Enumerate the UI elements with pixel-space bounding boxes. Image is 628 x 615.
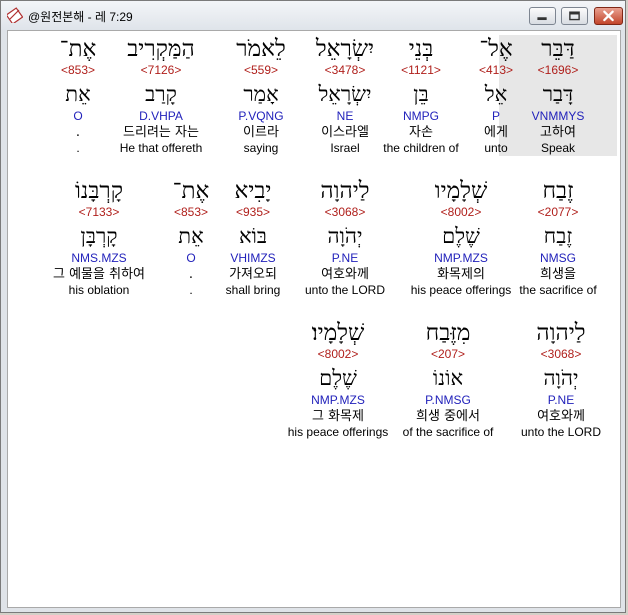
word-cell[interactable]: שְׁלָמָיו׃ <8002> שֶׁלֶם NMP.MZS 그 화목제 his pe…: [279, 319, 397, 440]
morphology-code[interactable]: P.NE: [502, 393, 620, 408]
lemma-word: שֶׁלֶם: [319, 366, 357, 390]
hebrew-word: לַיהוָה: [536, 320, 586, 346]
lemma-word: שֶׁלֶם: [442, 224, 480, 248]
word-cell[interactable]: מִזֶּבַח <207> אוֹנוֹ P.NMSG 희생 중에서 of the sa…: [389, 319, 507, 440]
title-bar[interactable]: @원전본해 - 레 7:29: [1, 1, 625, 30]
window-title: @원전본해 - 레 7:29: [28, 10, 133, 24]
lemma-word: יְהֹוָה: [543, 366, 579, 390]
word-cell[interactable]: לַיהוָה <3068> יְהֹוָה P.NE 여호와께 unto the LOR…: [502, 319, 620, 440]
strong-number[interactable]: <7133>: [40, 205, 158, 220]
morphology-code[interactable]: O: [19, 109, 137, 124]
word-cell[interactable]: אֶת־ <853> אֵת O..: [19, 35, 137, 156]
lemma-word: אֵת: [65, 82, 91, 106]
lemma-word: אוֹנוֹ: [432, 366, 464, 390]
app-window: @원전본해 - 레 7:29 דַּבֵּר <1696> דָּבַר VNMMYS…: [0, 0, 626, 613]
english-gloss: unto the LORD: [520, 425, 602, 439]
morphology-code[interactable]: NMP.MZS: [402, 251, 520, 266]
hebrew-word: מִזֶּבַח: [425, 320, 471, 346]
korean-gloss: 그 화목제: [312, 409, 364, 424]
strong-number[interactable]: <853>: [19, 63, 137, 78]
korean-gloss: 희생 중에서: [416, 409, 480, 424]
close-button[interactable]: [594, 7, 623, 25]
hebrew-word: אֶת־: [59, 36, 97, 62]
book-icon[interactable]: [7, 7, 23, 23]
strong-number[interactable]: <8002>: [402, 205, 520, 220]
hebrew-word: קָרְבָּנוֹ: [74, 178, 124, 204]
morphology-code[interactable]: P.NMSG: [389, 393, 507, 408]
english-gloss: his peace offerings: [287, 425, 389, 439]
minimize-icon: [537, 17, 547, 21]
korean-gloss: 여호와께: [537, 409, 585, 424]
english-gloss: .: [76, 141, 80, 155]
korean-gloss: .: [75, 125, 81, 140]
interlinear-panel[interactable]: דַּבֵּר <1696> דָּבַר VNMMYS 고하여 Speak אֶל־ <41…: [7, 30, 621, 608]
lemma-word: קָרְבָּן: [80, 224, 118, 248]
english-gloss: of the sacrifice of: [402, 425, 494, 439]
strong-number[interactable]: <207>: [389, 347, 507, 362]
strong-number[interactable]: <3068>: [502, 347, 620, 362]
word-cell[interactable]: שְׁלָמָיו <8002> שֶׁלֶם NMP.MZS 화목제의 his peac…: [402, 177, 520, 298]
maximize-button[interactable]: [561, 7, 588, 25]
korean-gloss: 그 예물을 취하여: [53, 267, 145, 282]
minimize-button[interactable]: [529, 7, 556, 25]
maximize-icon: [569, 11, 580, 21]
korean-gloss: 화목제의: [437, 267, 485, 282]
hebrew-word: שְׁלָמָיו: [434, 178, 488, 204]
morphology-code[interactable]: NMS.MZS: [40, 251, 158, 266]
close-icon: [603, 10, 614, 22]
strong-number[interactable]: <8002>: [279, 347, 397, 362]
hebrew-word: שְׁלָמָיו׃: [311, 320, 365, 346]
word-cell[interactable]: קָרְבָּנוֹ <7133> קָרְבָּן NMS.MZS 그 예물을 취하여…: [40, 177, 158, 298]
morphology-code[interactable]: NMP.MZS: [279, 393, 397, 408]
english-gloss: his oblation: [68, 283, 130, 297]
english-gloss: his peace offerings: [410, 283, 512, 297]
